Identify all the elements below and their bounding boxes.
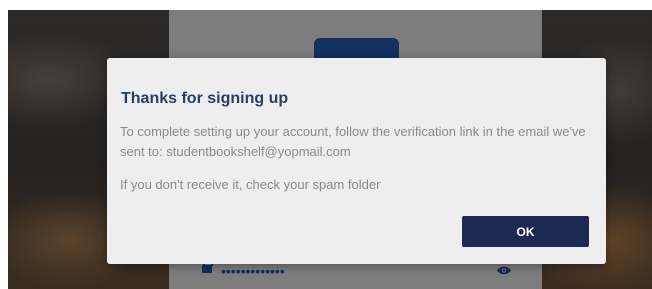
spam-folder-hint: If you don't receive it, check your spam… xyxy=(120,177,381,192)
page-edge xyxy=(0,0,8,289)
verification-message: To complete setting up your account, fol… xyxy=(120,124,586,159)
dialog-title: Thanks for signing up xyxy=(121,90,289,107)
ok-button[interactable]: OK xyxy=(462,216,589,247)
password-field[interactable]: ••••••••••••• xyxy=(221,263,285,279)
lock-icon xyxy=(202,258,213,275)
eye-icon[interactable] xyxy=(497,266,511,275)
signup-confirmation-dialog: Thanks for signing up To complete settin… xyxy=(107,58,606,264)
